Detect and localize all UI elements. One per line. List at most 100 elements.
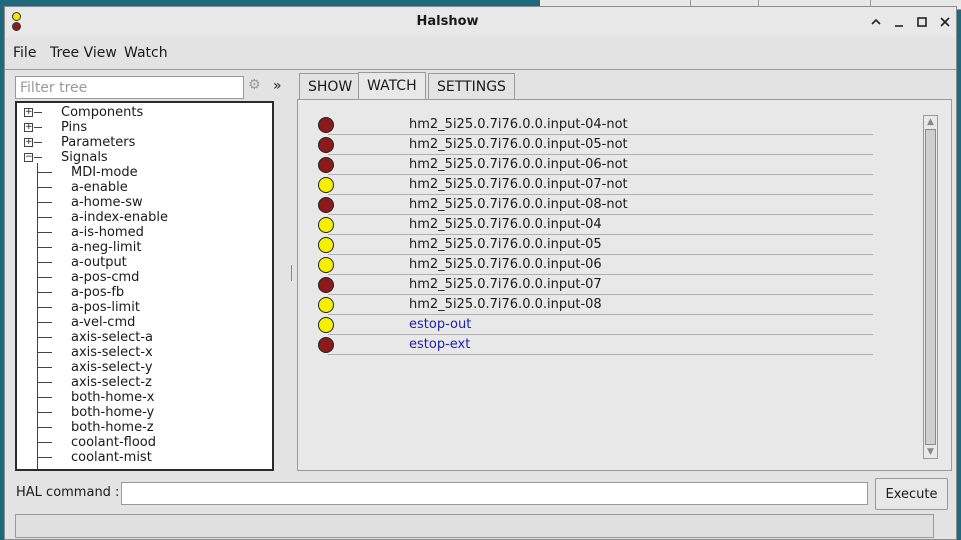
tree-connector: [38, 412, 52, 413]
tree-connector: [38, 292, 52, 293]
tree-signal-item[interactable]: a-output: [71, 255, 127, 270]
tree-node-signals[interactable]: Signals: [61, 150, 108, 165]
expand-toggle-icon[interactable]: +: [24, 138, 33, 147]
tree-connector: [38, 352, 52, 353]
menu-file[interactable]: File: [13, 45, 36, 61]
led-off-indicator: [318, 337, 334, 353]
tree-connector: [34, 157, 42, 158]
tree-signal-item[interactable]: a-enable: [71, 180, 128, 195]
tree-signal-item[interactable]: coolant-flood: [71, 435, 156, 450]
tree-connector: [38, 232, 52, 233]
tree-signal-item[interactable]: a-pos-cmd: [71, 270, 139, 285]
tree-connector: [38, 367, 52, 368]
expand-toggle-icon[interactable]: +: [24, 123, 33, 132]
led-off-indicator: [318, 117, 334, 133]
expand-toggle-icon[interactable]: +: [24, 108, 33, 117]
led-on-indicator: [318, 177, 334, 193]
tree-signal-item[interactable]: axis-select-z: [71, 375, 152, 390]
watch-pin-name[interactable]: hm2_5i25.0.7i76.0.0.input-06-not: [409, 157, 628, 173]
collapse-toggle-icon[interactable]: −: [24, 153, 33, 162]
led-off-indicator: [318, 197, 334, 213]
tree-connector: [34, 142, 42, 143]
watch-row: hm2_5i25.0.7i76.0.0.input-04-not: [298, 115, 898, 135]
row-separator: [328, 354, 873, 355]
watch-row: hm2_5i25.0.7i76.0.0.input-08: [298, 295, 898, 315]
tree-signal-item[interactable]: coolant-mist: [71, 450, 152, 465]
watch-pin-name[interactable]: hm2_5i25.0.7i76.0.0.input-05: [409, 237, 602, 253]
watch-row: hm2_5i25.0.7i76.0.0.input-08-not: [298, 195, 898, 215]
pane-splitter-handle[interactable]: [291, 265, 293, 281]
hal-command-label: HAL command :: [16, 485, 120, 500]
tree-signal-item[interactable]: both-home-x: [71, 390, 154, 405]
expand-chevron-button[interactable]: »: [273, 78, 282, 94]
watch-pin-name[interactable]: hm2_5i25.0.7i76.0.0.input-05-not: [409, 137, 628, 153]
tree-node-components[interactable]: Components: [61, 105, 143, 120]
tree-node-pins[interactable]: Pins: [61, 120, 87, 135]
chevron-up-icon[interactable]: [866, 12, 886, 32]
watch-pin-name[interactable]: hm2_5i25.0.7i76.0.0.input-04: [409, 217, 602, 233]
tree-signal-item[interactable]: axis-select-x: [71, 345, 153, 360]
tree-connector: [38, 457, 52, 458]
tab-watch[interactable]: WATCH: [358, 72, 426, 100]
watch-pin-name[interactable]: hm2_5i25.0.7i76.0.0.input-08-not: [409, 197, 628, 213]
execute-button[interactable]: Execute: [875, 478, 948, 510]
watch-pin-name[interactable]: hm2_5i25.0.7i76.0.0.input-07: [409, 277, 602, 293]
tree-signal-item[interactable]: MDI-mode: [71, 165, 138, 180]
tree-signal-item[interactable]: a-vel-cmd: [71, 315, 135, 330]
tree-signal-item[interactable]: a-index-enable: [71, 210, 168, 225]
tree-connector: [38, 322, 52, 323]
menu-bar: File Tree View Watch: [5, 37, 956, 70]
menu-watch[interactable]: Watch: [124, 45, 168, 61]
watch-panel: hm2_5i25.0.7i76.0.0.input-04-not hm2_5i25…: [297, 99, 952, 471]
tree-signal-item[interactable]: both-home-y: [71, 405, 154, 420]
watch-signal-name[interactable]: estop-out: [409, 317, 471, 333]
tree-signal-item[interactable]: a-is-homed: [71, 225, 144, 240]
filter-tree-input[interactable]: [15, 76, 244, 99]
maximize-icon[interactable]: [912, 12, 932, 32]
title-bar[interactable]: Halshow: [5, 7, 956, 37]
window-title: Halshow: [416, 14, 479, 29]
tree-signal-item[interactable]: a-home-sw: [71, 195, 143, 210]
led-on-indicator: [318, 317, 334, 333]
watch-scroll-thumb[interactable]: [925, 129, 936, 445]
scroll-down-arrow[interactable]: ▼: [924, 446, 937, 458]
tab-settings[interactable]: SETTINGS: [428, 73, 515, 99]
watch-signal-name[interactable]: estop-ext: [409, 337, 470, 353]
gear-icon[interactable]: ⚙: [248, 77, 261, 93]
watch-row: hm2_5i25.0.7i76.0.0.input-05: [298, 235, 898, 255]
tree-connector: [37, 163, 38, 469]
watch-pin-name[interactable]: hm2_5i25.0.7i76.0.0.input-08: [409, 297, 602, 313]
tree-connector: [38, 427, 52, 428]
close-icon[interactable]: [935, 12, 955, 32]
minimize-icon[interactable]: [889, 12, 909, 32]
watch-scrollbar[interactable]: ▲ ▼: [923, 115, 938, 459]
scroll-up-arrow[interactable]: ▲: [924, 116, 937, 128]
watch-row: estop-ext: [298, 335, 898, 355]
tree-signal-item[interactable]: axis-select-a: [71, 330, 153, 345]
watch-row: hm2_5i25.0.7i76.0.0.input-06-not: [298, 155, 898, 175]
watch-pin-name[interactable]: hm2_5i25.0.7i76.0.0.input-06: [409, 257, 602, 273]
led-on-indicator: [318, 217, 334, 233]
halshow-window: Halshow File Tree View Watch ⚙ » + Compon…: [4, 6, 957, 540]
tree-signal-item[interactable]: a-pos-limit: [71, 300, 140, 315]
tree-connector: [38, 202, 52, 203]
menu-tree-view[interactable]: Tree View: [50, 45, 117, 61]
watch-row: hm2_5i25.0.7i76.0.0.input-05-not: [298, 135, 898, 155]
tree-connector: [38, 307, 52, 308]
watch-row: hm2_5i25.0.7i76.0.0.input-07-not: [298, 175, 898, 195]
watch-pin-name[interactable]: hm2_5i25.0.7i76.0.0.input-07-not: [409, 177, 628, 193]
watch-pin-name[interactable]: hm2_5i25.0.7i76.0.0.input-04-not: [409, 117, 628, 133]
tree-connector: [38, 172, 52, 173]
tree-signal-item[interactable]: a-pos-fb: [71, 285, 124, 300]
hal-command-input[interactable]: [121, 482, 868, 505]
status-bar: [15, 514, 934, 538]
tree-signal-item[interactable]: a-neg-limit: [71, 240, 141, 255]
led-off-indicator: [318, 277, 334, 293]
watch-row: estop-out: [298, 315, 898, 335]
tree-signal-item[interactable]: both-home-z: [71, 420, 154, 435]
tree-node-parameters[interactable]: Parameters: [61, 135, 135, 150]
tab-show[interactable]: SHOW: [299, 73, 362, 99]
tree-signal-item[interactable]: axis-select-y: [71, 360, 153, 375]
tree-connector: [34, 112, 42, 113]
tree-connector: [34, 127, 42, 128]
